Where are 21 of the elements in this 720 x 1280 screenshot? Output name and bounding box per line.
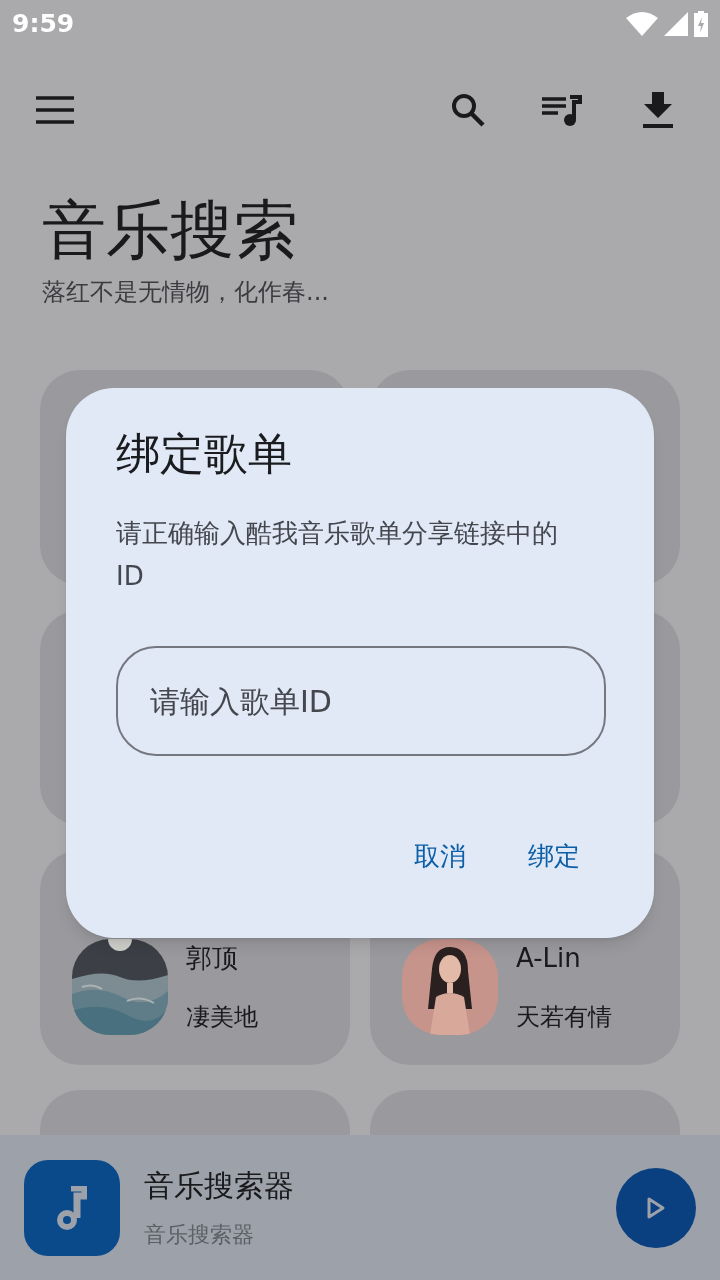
player-subtitle: 音乐搜索器 [144, 1220, 255, 1249]
menu-icon [36, 96, 74, 124]
battery-icon [694, 11, 708, 37]
artist-name: A-Lin [516, 942, 582, 975]
status-time: 9:59 [12, 8, 75, 41]
page-title: 音乐搜索 [42, 192, 299, 269]
playlist-icon [542, 93, 582, 127]
search-icon [450, 92, 486, 128]
wifi-icon [626, 12, 658, 36]
music-note-icon [57, 1185, 87, 1230]
artist-name: 郭顶 [186, 942, 239, 975]
play-icon [646, 1195, 666, 1220]
page-subtitle: 落红不是无情物，化作春... [42, 277, 330, 308]
signal-icon [664, 12, 688, 36]
input-field[interactable]: 请输入歌单ID [116, 646, 606, 756]
song-title: 天若有情 [516, 1002, 612, 1033]
dialog-message: 请正确输入酷我音乐歌单分享链接中的ID [116, 517, 559, 593]
dialog-title: 绑定歌单 [116, 427, 293, 481]
song-title: 凄美地 [186, 1002, 258, 1033]
player-title: 音乐搜索器 [144, 1166, 295, 1205]
download-icon [643, 92, 673, 128]
